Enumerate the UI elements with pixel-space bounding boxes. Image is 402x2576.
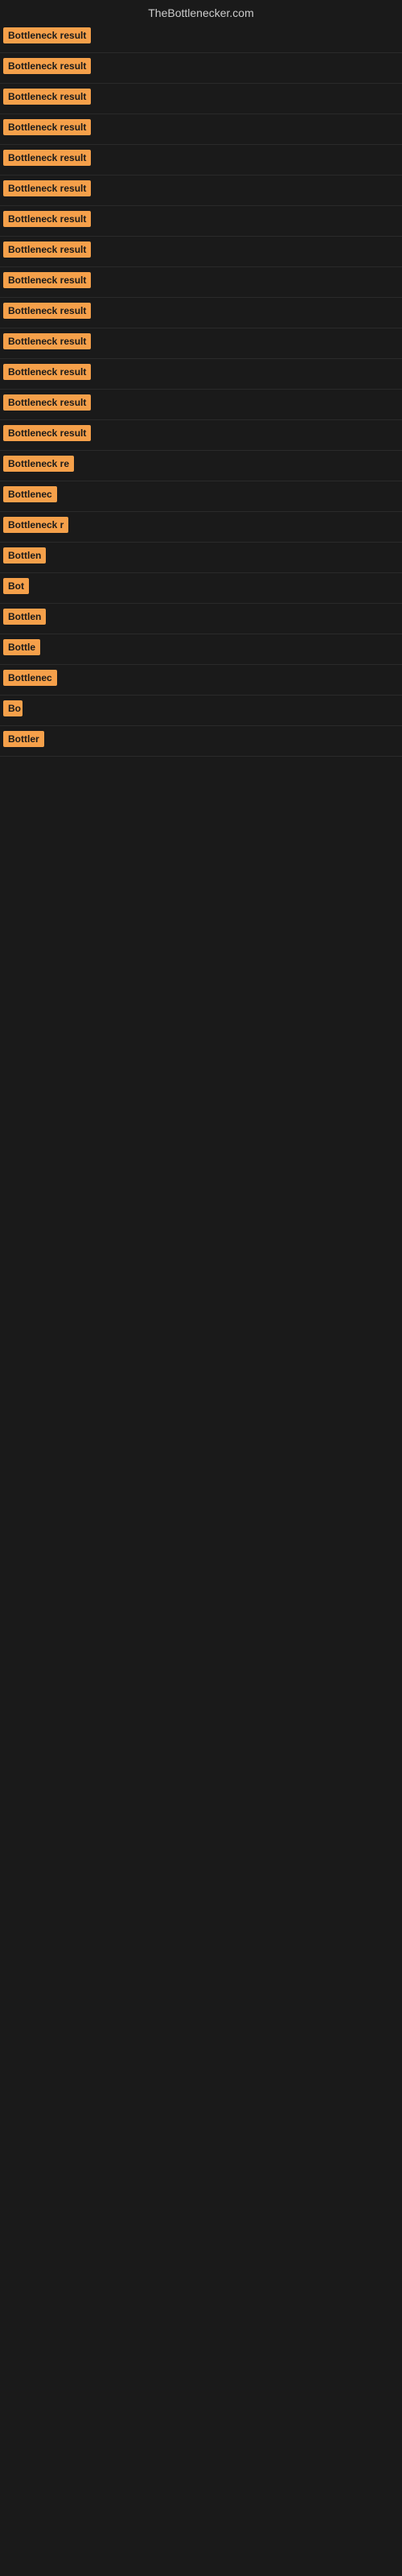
- bottleneck-result-badge[interactable]: Bottlenec: [3, 486, 57, 502]
- bottleneck-result-badge[interactable]: Bottleneck result: [3, 150, 91, 166]
- list-item: Bo: [0, 696, 402, 726]
- list-item: Bottleneck result: [0, 145, 402, 175]
- bottleneck-result-badge[interactable]: Bottleneck r: [3, 517, 68, 533]
- bottleneck-result-badge[interactable]: Bottle: [3, 639, 40, 655]
- list-item: Bottleneck result: [0, 114, 402, 145]
- list-item: Bottleneck r: [0, 512, 402, 543]
- list-item: Bottle: [0, 634, 402, 665]
- bottleneck-result-badge[interactable]: Bottleneck result: [3, 272, 91, 288]
- list-item: Bottlenec: [0, 665, 402, 696]
- list-item: Bottleneck result: [0, 267, 402, 298]
- bottleneck-result-badge[interactable]: Bottleneck result: [3, 364, 91, 380]
- list-item: Bottleneck re: [0, 451, 402, 481]
- bottleneck-result-badge[interactable]: Bottleneck result: [3, 180, 91, 196]
- list-item: Bottlen: [0, 543, 402, 573]
- bottleneck-result-badge[interactable]: Bottlenec: [3, 670, 57, 686]
- bottleneck-result-badge[interactable]: Bottlen: [3, 609, 46, 625]
- bottleneck-result-badge[interactable]: Bottler: [3, 731, 44, 747]
- list-item: Bot: [0, 573, 402, 604]
- bottleneck-result-badge[interactable]: Bottleneck result: [3, 242, 91, 258]
- bottleneck-result-badge[interactable]: Bottleneck result: [3, 119, 91, 135]
- bottleneck-result-badge[interactable]: Bottleneck result: [3, 333, 91, 349]
- bottleneck-result-badge[interactable]: Bottleneck result: [3, 211, 91, 227]
- bottleneck-result-badge[interactable]: Bottleneck result: [3, 394, 91, 411]
- bottleneck-result-badge[interactable]: Bottlen: [3, 547, 46, 564]
- site-title: TheBottlenecker.com: [0, 0, 402, 23]
- list-item: Bottleneck result: [0, 175, 402, 206]
- rows-container: Bottleneck result Bottleneck result Bottle…: [0, 23, 402, 757]
- site-header: TheBottlenecker.com: [0, 0, 402, 23]
- list-item: Bottleneck result: [0, 420, 402, 451]
- list-item: Bottleneck result: [0, 237, 402, 267]
- bottleneck-result-badge[interactable]: Bottleneck result: [3, 303, 91, 319]
- list-item: Bottler: [0, 726, 402, 757]
- list-item: Bottleneck result: [0, 84, 402, 114]
- list-item: Bottlen: [0, 604, 402, 634]
- bottleneck-result-badge[interactable]: Bo: [3, 700, 23, 716]
- list-item: Bottlenec: [0, 481, 402, 512]
- list-item: Bottleneck result: [0, 359, 402, 390]
- bottleneck-result-badge[interactable]: Bottleneck result: [3, 58, 91, 74]
- bottleneck-result-badge[interactable]: Bottleneck re: [3, 456, 74, 472]
- bottleneck-result-badge[interactable]: Bottleneck result: [3, 27, 91, 43]
- list-item: Bottleneck result: [0, 328, 402, 359]
- list-item: Bottleneck result: [0, 23, 402, 53]
- bottleneck-result-badge[interactable]: Bottleneck result: [3, 89, 91, 105]
- list-item: Bottleneck result: [0, 53, 402, 84]
- list-item: Bottleneck result: [0, 206, 402, 237]
- list-item: Bottleneck result: [0, 298, 402, 328]
- list-item: Bottleneck result: [0, 390, 402, 420]
- bottleneck-result-badge[interactable]: Bot: [3, 578, 29, 594]
- bottleneck-result-badge[interactable]: Bottleneck result: [3, 425, 91, 441]
